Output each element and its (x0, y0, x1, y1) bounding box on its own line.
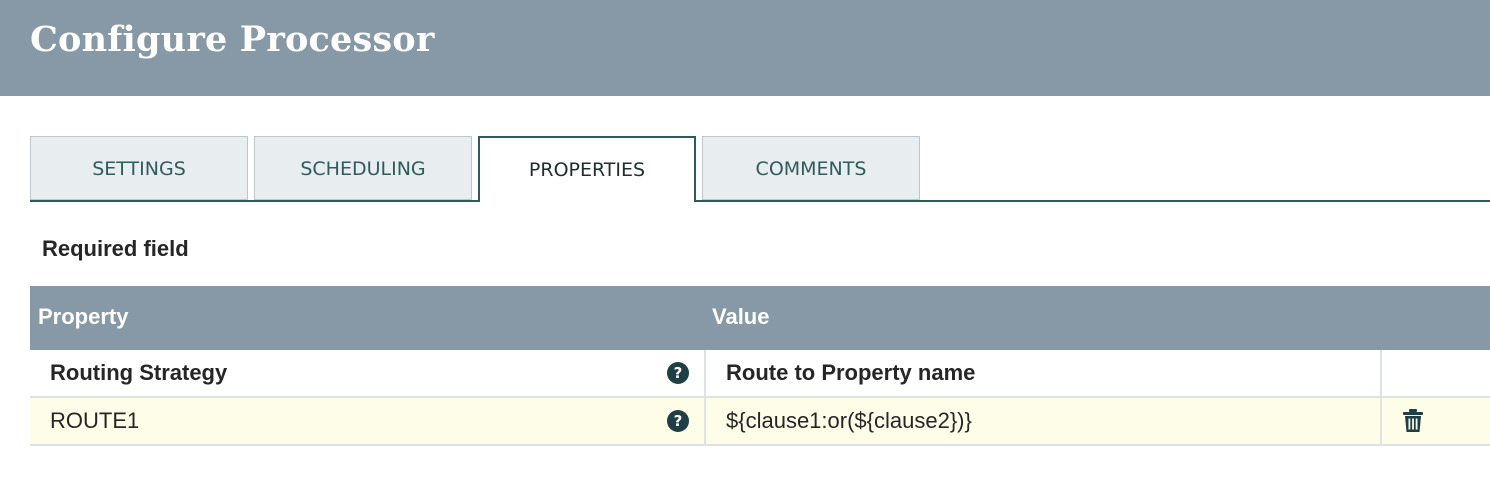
column-divider (1380, 350, 1382, 396)
property-value[interactable]: ${clause1:or(${clause2})} (726, 398, 972, 444)
properties-table: Property Value Routing Strategy ? Route … (30, 286, 1490, 446)
tab-comments[interactable]: COMMENTS (702, 136, 920, 200)
tab-bar: SETTINGS SCHEDULING PROPERTIES COMMENTS (30, 136, 1490, 202)
dialog-title: Configure Processor (30, 19, 435, 60)
trash-icon[interactable] (1402, 409, 1424, 433)
question-circle-icon[interactable]: ? (667, 410, 689, 432)
tab-properties[interactable]: PROPERTIES (478, 136, 696, 202)
property-value[interactable]: Route to Property name (726, 350, 975, 396)
tab-settings[interactable]: SETTINGS (30, 136, 248, 200)
column-divider (704, 398, 706, 444)
question-circle-icon[interactable]: ? (667, 362, 689, 384)
property-name: ROUTE1 (50, 408, 140, 433)
tab-scheduling[interactable]: SCHEDULING (254, 136, 472, 200)
dialog-header: Configure Processor (0, 0, 1490, 96)
property-name: Routing Strategy (50, 360, 228, 385)
column-header-property[interactable]: Property (38, 304, 128, 330)
column-divider (1380, 398, 1382, 444)
column-header-value[interactable]: Value (712, 304, 769, 330)
table-row[interactable]: ROUTE1 ? ${clause1:or(${clause2})} (30, 398, 1490, 446)
column-divider (704, 350, 706, 396)
required-field-label: Required field (42, 236, 189, 261)
table-header: Property Value (30, 286, 1490, 350)
table-row[interactable]: Routing Strategy ? Route to Property nam… (30, 350, 1490, 398)
